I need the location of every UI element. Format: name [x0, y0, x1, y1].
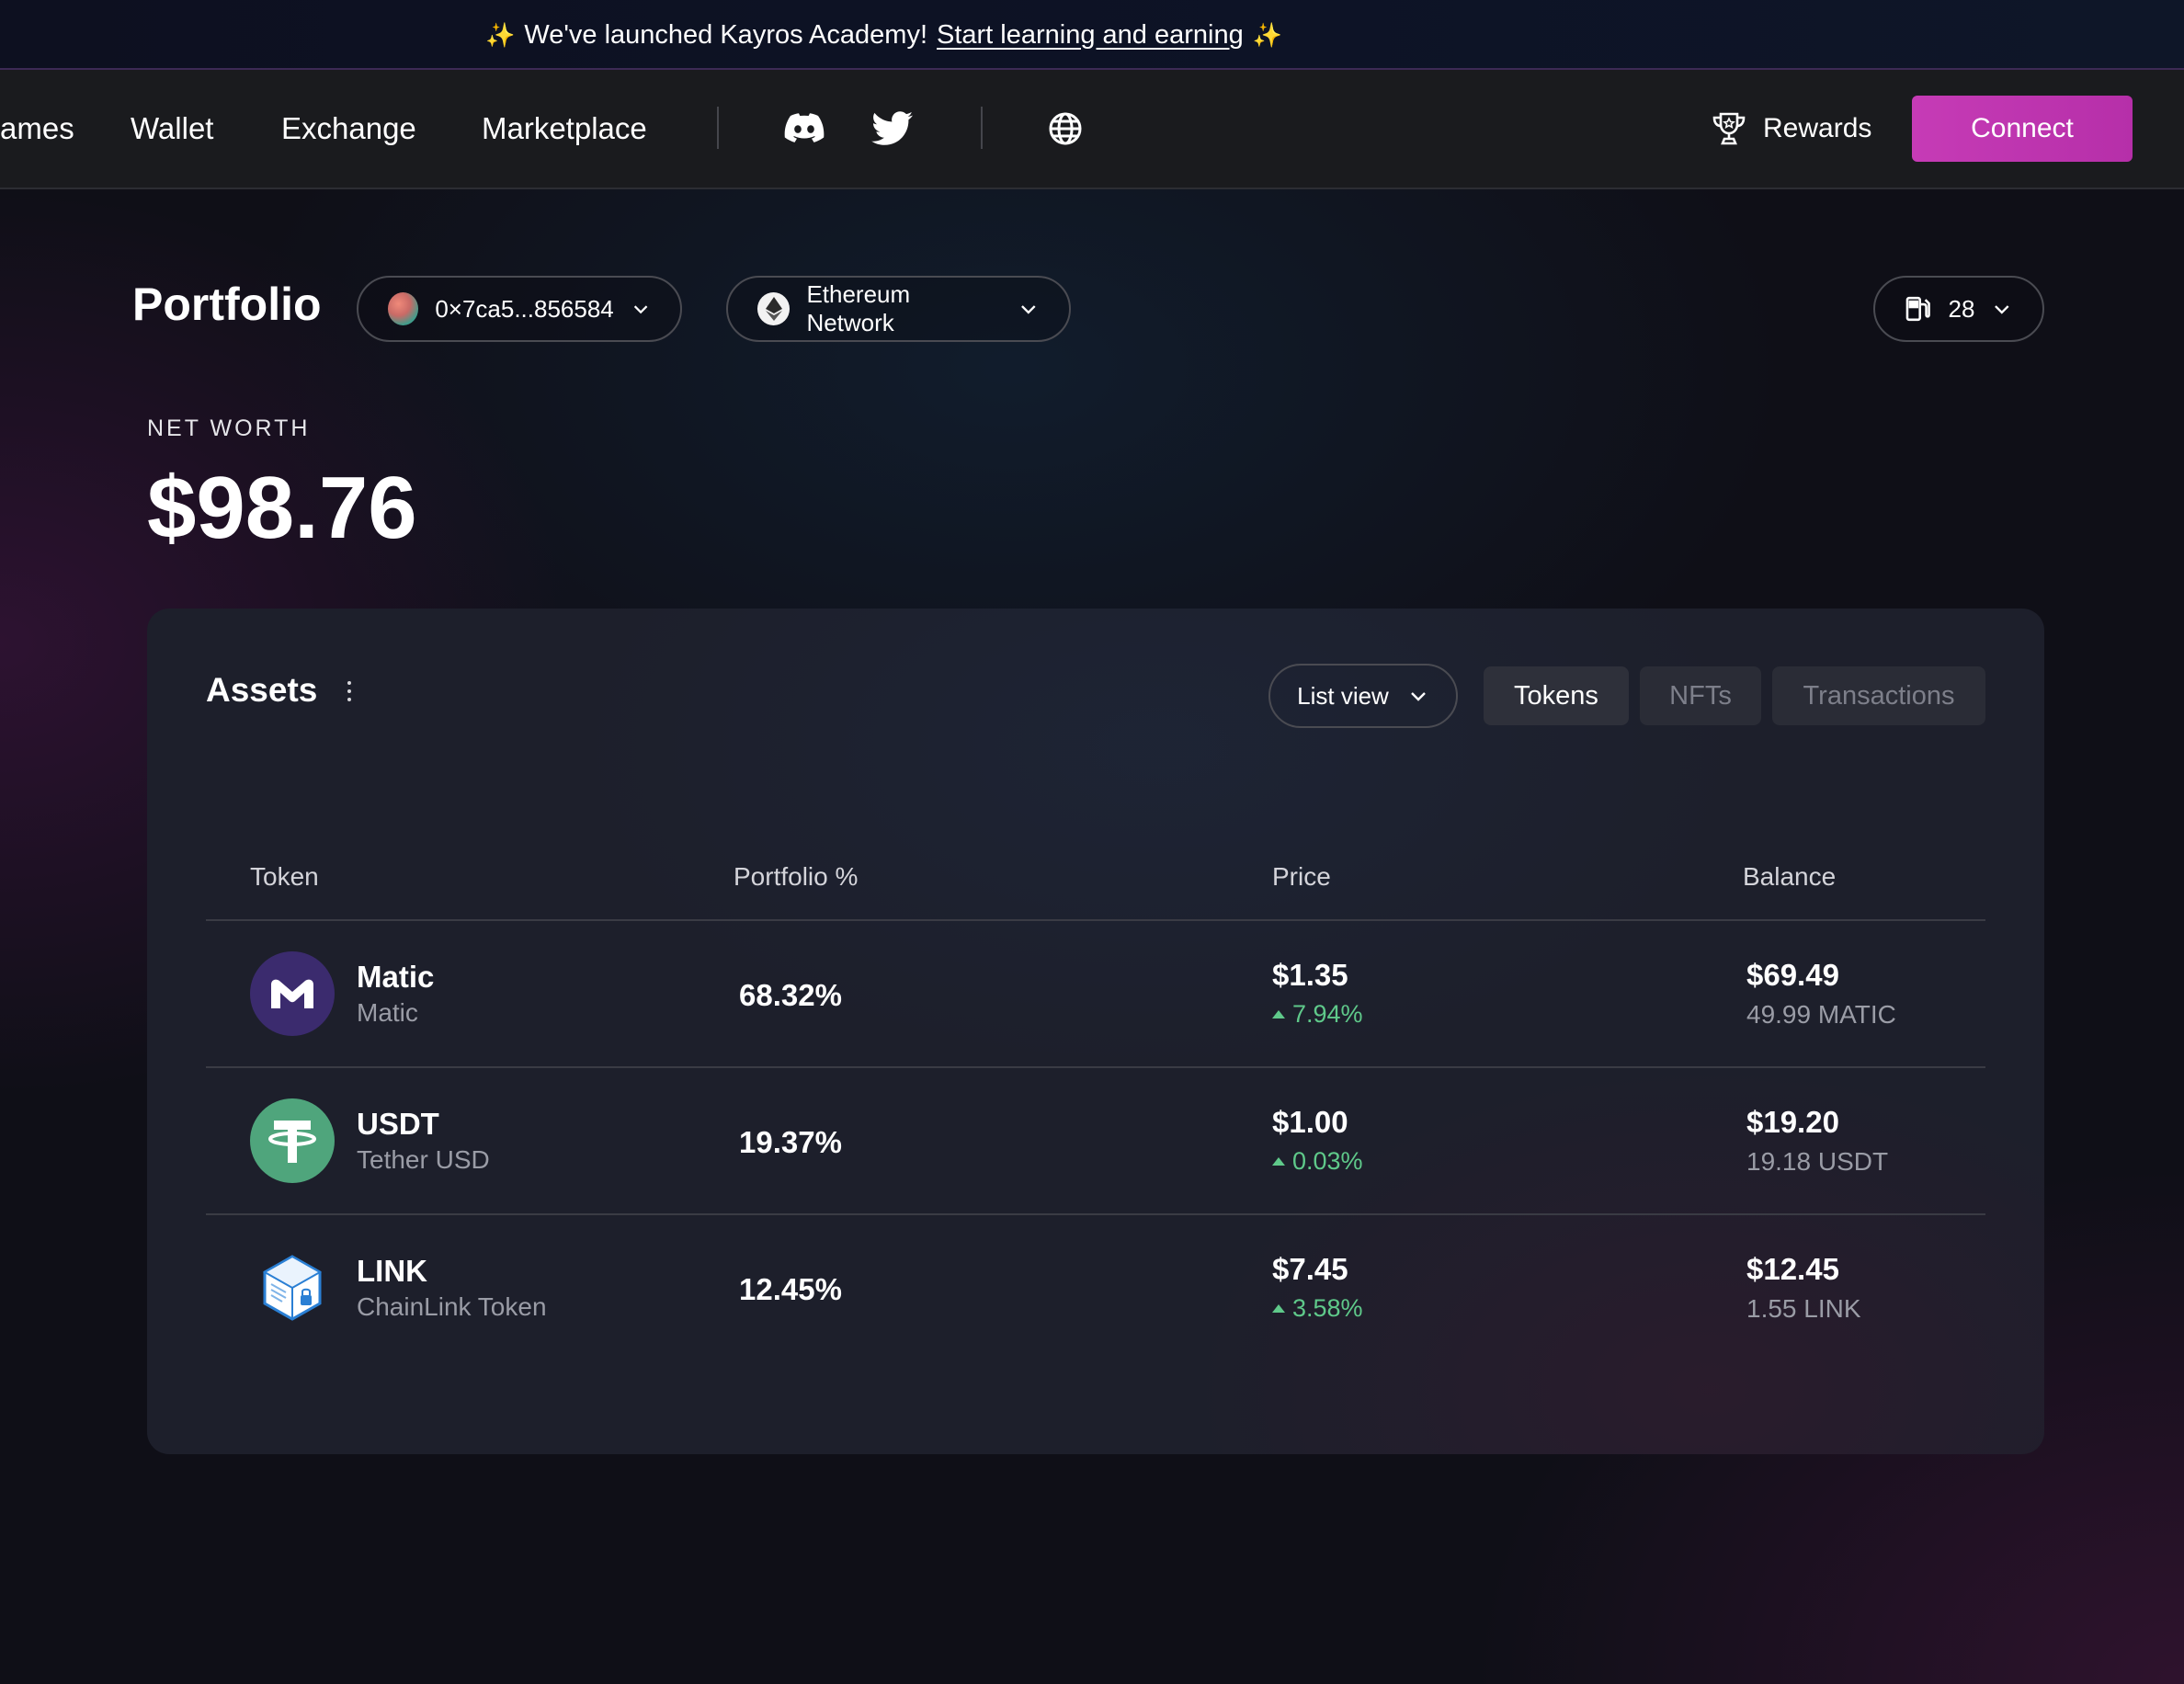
- token-balance-amount: 19.18 USDT: [1746, 1147, 1889, 1176]
- chainlink-icon: [250, 1246, 335, 1330]
- nav-item-marketplace[interactable]: Marketplace: [482, 70, 647, 188]
- more-options-icon[interactable]: [340, 673, 358, 710]
- announcement-text: We've launched Kayros Academy!: [524, 19, 927, 50]
- token-name: ChainLink Token: [357, 1292, 547, 1321]
- tab-tokens[interactable]: Tokens: [1484, 666, 1629, 725]
- assets-card: Assets List view Tokens NFTs Transaction…: [147, 609, 2044, 1454]
- token-name: Matic: [357, 998, 418, 1027]
- token-balance-usd: $19.20: [1746, 1105, 1839, 1139]
- tether-icon: [250, 1098, 335, 1183]
- token-portfolio-pct: 68.32%: [739, 978, 842, 1012]
- matic-icon: [250, 951, 335, 1036]
- column-header-balance: Balance: [1743, 862, 1837, 891]
- token-price-change: 3.58%: [1272, 1294, 1363, 1323]
- page-title: Portfolio: [132, 279, 322, 330]
- token-price-change: 7.94%: [1272, 1000, 1363, 1029]
- rewards-label: Rewards: [1763, 113, 1872, 143]
- announcement-link[interactable]: Start learning and earning: [937, 20, 1244, 51]
- trophy-icon: [1712, 112, 1746, 145]
- sparkle-icon: ✨: [1252, 20, 1283, 49]
- net-worth-label: NET WORTH: [147, 415, 311, 441]
- table-row[interactable]: Matic Matic 68.32% $1.35 7.94% $69.49 49…: [206, 921, 1985, 1066]
- nav-item-exchange[interactable]: Exchange: [281, 70, 416, 188]
- nav-item-wallet[interactable]: Wallet: [131, 70, 213, 188]
- token-balance-amount: 49.99 MATIC: [1746, 1000, 1896, 1029]
- connect-button[interactable]: Connect: [1912, 96, 2133, 162]
- token-price-change: 0.03%: [1272, 1147, 1363, 1176]
- table-row[interactable]: USDT Tether USD 19.37% $1.00 0.03% $19.2…: [206, 1068, 1985, 1213]
- caret-up-icon: [1272, 1157, 1285, 1166]
- gas-dropdown[interactable]: 28: [1873, 276, 2044, 342]
- column-header-price: Price: [1272, 862, 1331, 891]
- price-change-value: 3.58%: [1292, 1294, 1363, 1322]
- price-change-value: 0.03%: [1292, 1147, 1363, 1175]
- ethereum-icon: [757, 292, 791, 325]
- gas-value: 28: [1948, 294, 1975, 323]
- token-balance-usd: $69.49: [1746, 958, 1839, 992]
- announcement-content: ✨ We've launched Kayros Academy! Start l…: [485, 0, 1282, 70]
- token-portfolio-pct: 19.37%: [739, 1125, 842, 1159]
- net-worth-value: $98.76: [147, 459, 417, 557]
- chevron-down-icon: [1995, 305, 2009, 314]
- token-balance-amount: 1.55 LINK: [1746, 1294, 1861, 1323]
- sparkle-icon: ✨: [485, 20, 516, 49]
- globe-icon[interactable]: [1044, 108, 1086, 149]
- network-dropdown[interactable]: Ethereum Network: [726, 276, 1071, 342]
- chevron-down-icon: [1021, 305, 1036, 314]
- token-price: $1.35: [1272, 958, 1348, 992]
- column-header-portfolio: Portfolio %: [734, 862, 859, 891]
- caret-up-icon: [1272, 1010, 1285, 1018]
- nav-divider: [981, 107, 983, 149]
- caret-up-icon: [1272, 1304, 1285, 1313]
- wallet-address-dropdown[interactable]: 0×7ca5...856584: [357, 276, 682, 342]
- token-price: $7.45: [1272, 1252, 1348, 1286]
- avatar: [388, 292, 419, 325]
- table-row[interactable]: LINK ChainLink Token 12.45% $7.45 3.58% …: [206, 1215, 1985, 1360]
- token-price: $1.00: [1272, 1105, 1348, 1139]
- token-balance-usd: $12.45: [1746, 1252, 1839, 1286]
- network-name: Ethereum Network: [806, 280, 911, 336]
- tab-nfts[interactable]: NFTs: [1640, 666, 1761, 725]
- chevron-down-icon: [633, 305, 648, 314]
- nav-item-games[interactable]: ames: [0, 70, 74, 188]
- token-portfolio-pct: 12.45%: [739, 1272, 842, 1306]
- token-symbol: Matic: [357, 960, 435, 994]
- column-header-token: Token: [250, 862, 319, 891]
- twitter-icon[interactable]: [871, 108, 914, 149]
- token-symbol: LINK: [357, 1254, 427, 1288]
- chevron-down-icon: [1410, 692, 1426, 701]
- view-label: List view: [1297, 681, 1389, 710]
- gas-pump-icon: [1905, 296, 1930, 322]
- token-symbol: USDT: [357, 1107, 439, 1141]
- navbar: ames Wallet Exchange Marketplace Rewards…: [0, 70, 2184, 189]
- discord-icon[interactable]: [783, 108, 825, 149]
- rewards-link[interactable]: Rewards: [1710, 70, 1871, 188]
- price-change-value: 7.94%: [1292, 1000, 1363, 1028]
- announcement-bar: ✨ We've launched Kayros Academy! Start l…: [0, 0, 2184, 70]
- nav-divider: [717, 107, 719, 149]
- token-name: Tether USD: [357, 1145, 490, 1174]
- view-dropdown[interactable]: List view: [1268, 664, 1458, 728]
- tab-transactions[interactable]: Transactions: [1772, 666, 1985, 725]
- wallet-address: 0×7ca5...856584: [435, 294, 614, 323]
- assets-title: Assets: [206, 671, 318, 709]
